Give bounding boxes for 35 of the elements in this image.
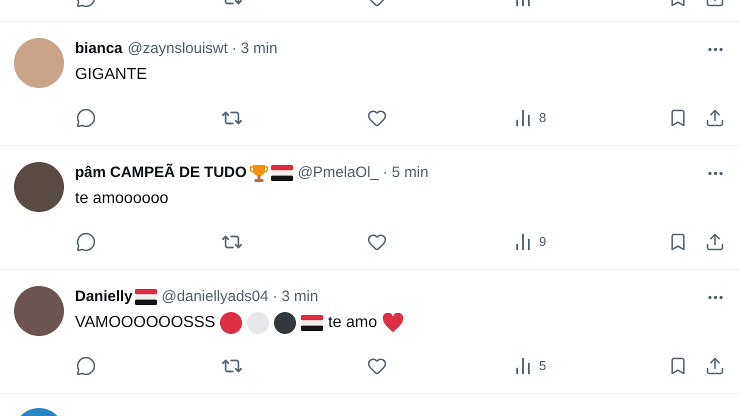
user-name[interactable]: pâm CAMPEÃ DE TUDO xyxy=(75,162,247,184)
view-count: 9 xyxy=(539,233,546,252)
like-icon[interactable] xyxy=(367,232,387,252)
dot-separator: · xyxy=(382,162,388,183)
trophy-icon xyxy=(248,163,269,183)
like-icon[interactable] xyxy=(367,356,387,376)
post-text: VAMOOOOOOSSS xyxy=(75,313,216,333)
post-text: te amo xyxy=(328,313,378,333)
post-time[interactable]: 3 min xyxy=(240,38,278,60)
user-handle[interactable]: @zaynslouiswt xyxy=(128,38,228,60)
dot-separator: · xyxy=(232,38,237,59)
share-icon[interactable] xyxy=(705,108,725,128)
post-time[interactable]: 5 min xyxy=(392,162,428,184)
post-time[interactable]: 3 min xyxy=(282,286,318,308)
avatar-photo[interactable] xyxy=(14,286,64,336)
reply-icon[interactable] xyxy=(76,108,96,128)
post-text: GIGANTE xyxy=(75,65,148,85)
flag-icon xyxy=(301,315,324,331)
flag-icon xyxy=(134,289,157,305)
user-name[interactable]: Danielly xyxy=(75,286,133,308)
user-name[interactable]: bianca xyxy=(75,38,123,60)
like-icon[interactable] xyxy=(367,108,387,128)
reply-icon[interactable] xyxy=(76,232,96,252)
view-count: 5 xyxy=(539,357,546,376)
user-handle[interactable]: @PmelaOl_ xyxy=(298,162,379,184)
dot-separator: · xyxy=(272,286,278,307)
heart-emoji-icon xyxy=(382,313,404,333)
user-handle[interactable]: @daniellyads04 xyxy=(162,286,268,308)
view-count: 8 xyxy=(539,109,546,128)
post-text: te amoooooo xyxy=(75,189,168,209)
avatar-photo[interactable] xyxy=(14,162,64,212)
share-icon[interactable] xyxy=(705,356,725,376)
flag-icon xyxy=(270,165,293,181)
reply-icon[interactable] xyxy=(76,356,96,376)
share-icon[interactable] xyxy=(705,232,725,252)
